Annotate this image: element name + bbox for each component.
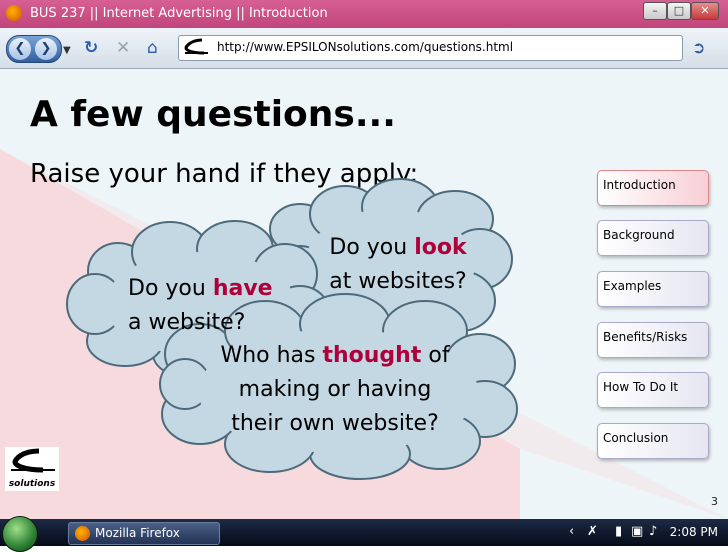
cloud-have-text-before: Do you	[128, 276, 213, 301]
cloud-thought-text-before: Who has	[220, 343, 323, 368]
taskbar-firefox-label: Mozilla Firefox	[95, 526, 180, 540]
cloud-look-text: Do you look at websites?	[318, 231, 478, 299]
nav-background[interactable]: Background	[597, 220, 709, 256]
nav-how-to-do-it-label: How To Do It	[603, 380, 679, 394]
slide-number: 3	[711, 495, 718, 508]
nav-benefits-risks[interactable]: Benefits/Risks	[597, 322, 709, 358]
nav-introduction-label: Introduction	[603, 178, 676, 192]
tray-monitor-icon[interactable]: ▣	[631, 524, 643, 539]
nav-introduction[interactable]: Introduction	[597, 170, 709, 206]
cloud-have-text-after: a website?	[128, 310, 246, 335]
minimize-button[interactable]: –	[643, 2, 667, 20]
nav-examples-label: Examples	[603, 279, 662, 293]
maximize-button[interactable]: □	[667, 2, 691, 20]
nav-how-to-do-it[interactable]: How To Do It	[597, 372, 709, 408]
window-title: BUS 237 || Internet Advertising || Intro…	[30, 6, 328, 21]
nav-examples[interactable]: Examples	[597, 271, 709, 307]
back-forward-buttons: ❮ ❯	[6, 35, 62, 63]
go-arrow-icon[interactable]: ➲	[692, 38, 705, 58]
history-dropdown-icon[interactable]: ▼	[63, 41, 71, 61]
epsilon-logo: solutions	[5, 447, 59, 491]
cloud-thought-text: Who has thought of making or having thei…	[205, 339, 465, 441]
maximize-icon: □	[673, 4, 685, 17]
firefox-icon	[75, 526, 90, 541]
cloud-thought-text-after: of	[421, 343, 450, 368]
reload-icon[interactable]: ↻	[84, 38, 98, 58]
cloud-look-highlight: look	[414, 235, 467, 260]
close-icon: ✕	[700, 4, 710, 17]
cloud-thought-line2: making or having	[238, 377, 432, 402]
url-text: http://www.EPSILONsolutions.com/question…	[217, 40, 514, 54]
start-button[interactable]	[2, 516, 38, 552]
nav-benefits-risks-label: Benefits/Risks	[603, 330, 688, 344]
tray-chevron-icon[interactable]: ‹	[569, 524, 574, 539]
nav-background-label: Background	[603, 228, 675, 242]
epsilon-logo-text: solutions	[8, 479, 56, 489]
nav-conclusion-label: Conclusion	[603, 431, 669, 445]
forward-button[interactable]: ❯	[35, 38, 57, 60]
windows-taskbar: Mozilla Firefox ‹ ✗ ▮ ▣ ♪ 2:08 PM	[0, 516, 728, 552]
cloud-look-text-before: Do you	[329, 235, 415, 260]
stop-icon[interactable]: ✕	[116, 38, 130, 58]
close-button[interactable]: ✕	[691, 2, 719, 20]
cloud-thought-highlight: thought	[322, 343, 422, 368]
cloud-have-highlight: have	[212, 276, 273, 301]
nav-conclusion[interactable]: Conclusion	[597, 423, 709, 459]
site-favicon	[182, 38, 210, 56]
epsilon-logo-mark	[11, 448, 55, 473]
back-button[interactable]: ❮	[9, 38, 31, 60]
cloud-have-text: Do you have a website?	[128, 272, 273, 340]
tray-volume-icon[interactable]: ♪	[649, 524, 657, 539]
firefox-icon	[6, 5, 22, 21]
tray-battery-icon[interactable]: ▮	[615, 524, 622, 539]
slide-content: A few questions... Raise your hand if th…	[0, 69, 728, 519]
cloud-thought-line3: their own website?	[231, 411, 439, 436]
minimize-icon: –	[652, 4, 658, 17]
browser-toolbar: ❮ ❯ ▼ ↻ ✕ ⌂ http://www.EPSILONsolutions.…	[0, 28, 728, 69]
taskbar-firefox-button[interactable]: Mozilla Firefox	[68, 522, 220, 545]
system-tray: ‹ ✗ ▮ ▣ ♪ 2:08 PM	[565, 522, 728, 543]
cloud-look-text-after: at websites?	[329, 269, 467, 294]
window-titlebar: BUS 237 || Internet Advertising || Intro…	[0, 0, 728, 28]
address-bar[interactable]: http://www.EPSILONsolutions.com/question…	[178, 35, 683, 61]
tray-network-icon[interactable]: ✗	[587, 524, 598, 539]
tray-clock[interactable]: 2:08 PM	[670, 525, 718, 539]
home-icon[interactable]: ⌂	[147, 38, 158, 58]
